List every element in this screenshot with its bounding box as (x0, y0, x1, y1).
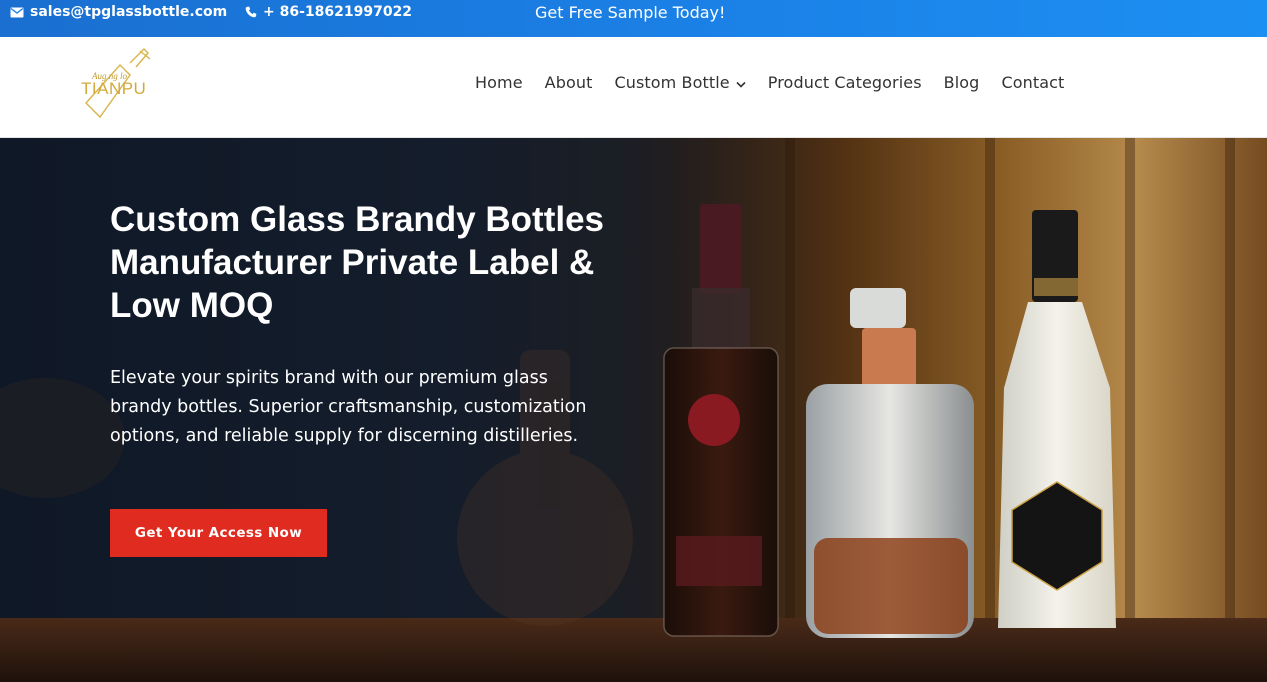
chevron-down-icon (736, 73, 746, 92)
phone-icon (245, 6, 257, 18)
hero-section: Custom Glass Brandy Bottles Manufacturer… (0, 138, 1267, 682)
main-nav: Home About Custom Bottle Product Categor… (475, 73, 1086, 92)
nav-custom-bottle[interactable]: Custom Bottle (614, 73, 746, 92)
nav-custom-bottle-label: Custom Bottle (614, 73, 730, 92)
topbar-phone[interactable]: + 86-18621997022 (245, 0, 412, 24)
top-bar: sales@tpglassbottle.com + 86-18621997022… (0, 0, 1267, 37)
get-access-button[interactable]: Get Your Access Now (110, 509, 327, 557)
svg-text:TIANPU: TIANPU (81, 79, 146, 98)
nav-about[interactable]: About (545, 73, 593, 92)
hero-title: Custom Glass Brandy Bottles Manufacturer… (110, 200, 604, 325)
mail-icon (10, 7, 24, 18)
topbar-email-text: sales@tpglassbottle.com (30, 4, 228, 20)
tianpu-logo[interactable]: Aug ng lo TIANPU (78, 45, 158, 121)
nav-product-categories[interactable]: Product Categories (768, 73, 922, 92)
topbar-phone-text: + 86-18621997022 (263, 4, 413, 20)
nav-home[interactable]: Home (475, 73, 523, 92)
nav-blog[interactable]: Blog (944, 73, 980, 92)
topbar-email[interactable]: sales@tpglassbottle.com (10, 0, 227, 24)
nav-contact[interactable]: Contact (1001, 73, 1064, 92)
topbar-promo-link[interactable]: Get Free Sample Today! (535, 0, 725, 24)
hero-subtitle: Elevate your spirits brand with our prem… (110, 368, 587, 446)
site-header: Aug ng lo TIANPU Home About Custom Bottl… (0, 37, 1267, 138)
